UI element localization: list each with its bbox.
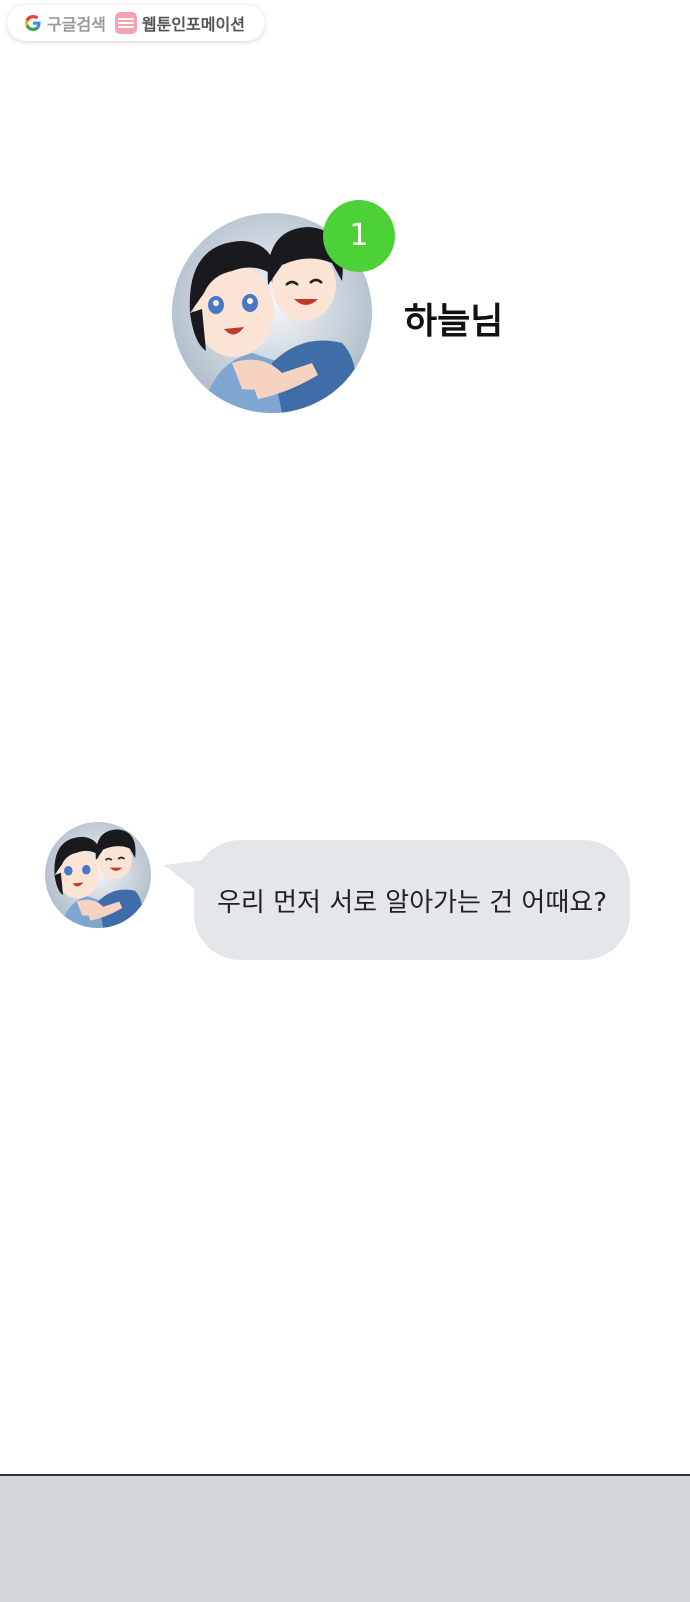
sender-avatar[interactable] xyxy=(45,822,151,928)
webtoon-brand-icon xyxy=(114,12,137,34)
brand-label: 웹툰인포메이션 xyxy=(141,15,245,34)
profile-name: 하늘님 xyxy=(404,301,504,342)
google-icon xyxy=(24,15,41,31)
chat-bubble[interactable]: 우리 먼저 서로 알아가는 건 어때요? xyxy=(194,840,630,960)
bottom-bar xyxy=(0,1474,690,1602)
unread-count-badge: 1 xyxy=(323,200,395,272)
google-search-label: 구글검색 xyxy=(47,15,106,34)
search-pill[interactable]: 구글검색 웹툰인포메이션 xyxy=(7,5,265,41)
chat-message-text: 우리 먼저 서로 알아가는 건 어때요? xyxy=(216,887,607,918)
